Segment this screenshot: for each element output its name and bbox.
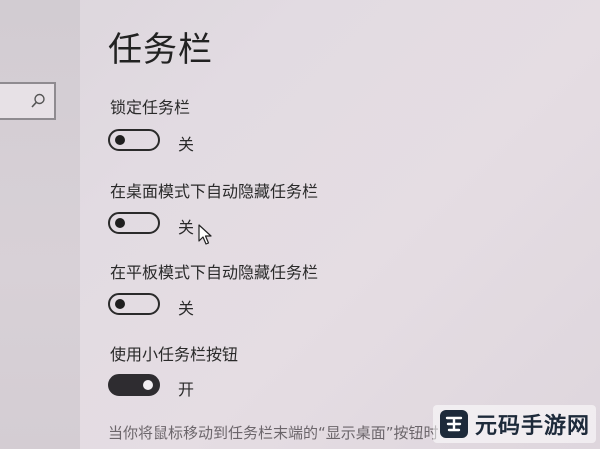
toggle-autohide-tablet[interactable] [108,293,160,315]
toggle-knob [115,135,125,145]
toggle-state-lock-taskbar: 关 [178,135,195,154]
sidebar-strip [0,0,80,449]
setting-label-small-buttons: 使用小任务栏按钮 [110,345,239,364]
watermark-text: 元码手游网 [474,414,590,439]
search-input[interactable] [0,82,56,120]
search-icon [31,93,45,108]
page-title: 任务栏 [108,30,213,70]
toggle-knob [115,218,125,228]
setting-label-autohide-tablet: 在平板模式下自动隐藏任务栏 [110,263,319,282]
toggle-state-autohide-desktop: 关 [178,218,195,237]
toggle-state-autohide-tablet: 关 [178,299,195,318]
toggle-knob [143,380,153,390]
toggle-small-buttons[interactable] [108,374,160,396]
setting-label-lock-taskbar: 锁定任务栏 [110,98,191,117]
toggle-knob [115,299,125,309]
mouse-cursor-icon [198,224,212,245]
site-logo-icon [439,410,468,438]
toggle-autohide-desktop[interactable] [108,212,160,234]
toggle-lock-taskbar[interactable] [108,129,160,151]
setting-label-autohide-desktop: 在桌面模式下自动隐藏任务栏 [110,182,319,201]
footer-description: 当你将鼠标移动到任务栏末端的“显示桌面”按钮时 [108,424,439,442]
watermark: 元码手游网 [432,405,596,443]
toggle-state-small-buttons: 开 [178,380,195,399]
